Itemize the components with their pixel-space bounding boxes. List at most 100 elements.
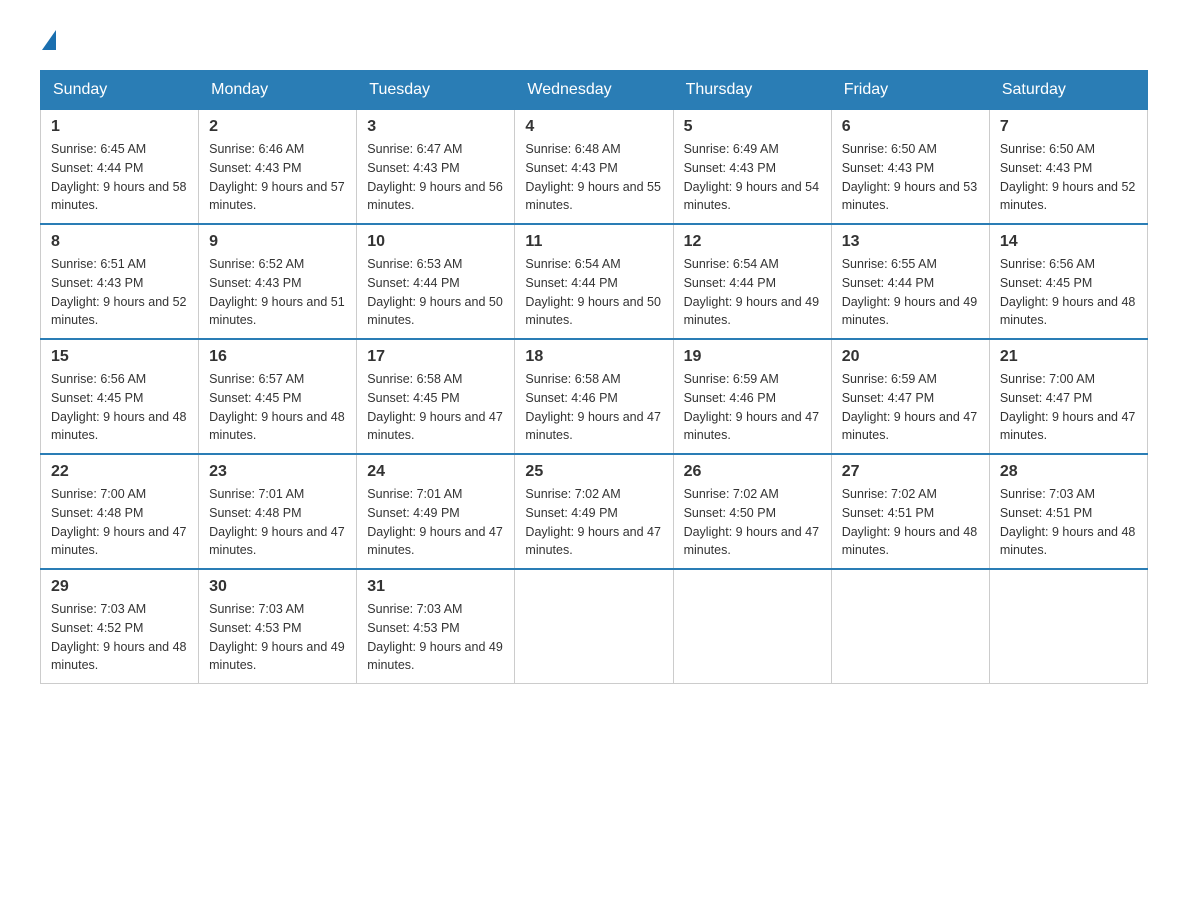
- day-info: Sunrise: 6:46 AMSunset: 4:43 PMDaylight:…: [209, 140, 346, 215]
- day-number: 17: [367, 348, 504, 366]
- day-number: 29: [51, 578, 188, 596]
- day-number: 5: [684, 118, 821, 136]
- calendar-cell: 6 Sunrise: 6:50 AMSunset: 4:43 PMDaylight…: [831, 110, 989, 225]
- calendar-header-monday: Monday: [199, 71, 357, 110]
- day-number: 31: [367, 578, 504, 596]
- calendar-cell: 14 Sunrise: 6:56 AMSunset: 4:45 PMDayligh…: [989, 224, 1147, 339]
- day-number: 24: [367, 463, 504, 481]
- calendar-week-row: 8Sunrise: 6:51 AMSunset: 4:43 PMDaylight…: [41, 224, 1148, 339]
- day-info: Sunrise: 6:56 AMSunset: 4:45 PMDaylight:…: [1000, 255, 1137, 330]
- calendar-cell: [989, 569, 1147, 684]
- day-info: Sunrise: 6:47 AMSunset: 4:43 PMDaylight:…: [367, 140, 504, 215]
- day-info: Sunrise: 7:02 AMSunset: 4:51 PMDaylight:…: [842, 485, 979, 560]
- calendar-header-saturday: Saturday: [989, 71, 1147, 110]
- day-info: Sunrise: 6:58 AMSunset: 4:45 PMDaylight:…: [367, 370, 504, 445]
- day-number: 1: [51, 118, 188, 136]
- calendar-cell: 5 Sunrise: 6:49 AMSunset: 4:43 PMDaylight…: [673, 110, 831, 225]
- calendar-cell: [831, 569, 989, 684]
- logo-triangle-icon: [42, 30, 56, 50]
- day-info: Sunrise: 6:54 AMSunset: 4:44 PMDaylight:…: [525, 255, 662, 330]
- day-number: 21: [1000, 348, 1137, 366]
- calendar-cell: 20 Sunrise: 6:59 AMSunset: 4:47 PMDayligh…: [831, 339, 989, 454]
- day-number: 4: [525, 118, 662, 136]
- calendar-cell: 8Sunrise: 6:51 AMSunset: 4:43 PMDaylight…: [41, 224, 199, 339]
- calendar-header-thursday: Thursday: [673, 71, 831, 110]
- calendar-cell: 18 Sunrise: 6:58 AMSunset: 4:46 PMDayligh…: [515, 339, 673, 454]
- day-info: Sunrise: 7:00 AMSunset: 4:48 PMDaylight:…: [51, 485, 188, 560]
- calendar-cell: 11 Sunrise: 6:54 AMSunset: 4:44 PMDayligh…: [515, 224, 673, 339]
- day-number: 18: [525, 348, 662, 366]
- calendar-cell: 23Sunrise: 7:01 AMSunset: 4:48 PMDayligh…: [199, 454, 357, 569]
- calendar-cell: 30Sunrise: 7:03 AMSunset: 4:53 PMDayligh…: [199, 569, 357, 684]
- day-info: Sunrise: 6:57 AMSunset: 4:45 PMDaylight:…: [209, 370, 346, 445]
- calendar-cell: 12Sunrise: 6:54 AMSunset: 4:44 PMDayligh…: [673, 224, 831, 339]
- calendar-header-row: SundayMondayTuesdayWednesdayThursdayFrid…: [41, 71, 1148, 110]
- calendar-cell: 24Sunrise: 7:01 AMSunset: 4:49 PMDayligh…: [357, 454, 515, 569]
- logo: [40, 30, 58, 50]
- day-info: Sunrise: 7:02 AMSunset: 4:49 PMDaylight:…: [525, 485, 662, 560]
- calendar-week-row: 1 Sunrise: 6:45 AMSunset: 4:44 PMDaylight…: [41, 110, 1148, 225]
- day-info: Sunrise: 6:45 AMSunset: 4:44 PMDaylight:…: [51, 140, 188, 215]
- day-info: Sunrise: 6:56 AMSunset: 4:45 PMDaylight:…: [51, 370, 188, 445]
- day-number: 7: [1000, 118, 1137, 136]
- day-info: Sunrise: 6:51 AMSunset: 4:43 PMDaylight:…: [51, 255, 188, 330]
- day-number: 12: [684, 233, 821, 251]
- calendar-cell: 16 Sunrise: 6:57 AMSunset: 4:45 PMDayligh…: [199, 339, 357, 454]
- day-number: 2: [209, 118, 346, 136]
- calendar-header-tuesday: Tuesday: [357, 71, 515, 110]
- day-number: 25: [525, 463, 662, 481]
- calendar-cell: 21 Sunrise: 7:00 AMSunset: 4:47 PMDayligh…: [989, 339, 1147, 454]
- calendar-cell: 15 Sunrise: 6:56 AMSunset: 4:45 PMDayligh…: [41, 339, 199, 454]
- calendar-cell: 3 Sunrise: 6:47 AMSunset: 4:43 PMDaylight…: [357, 110, 515, 225]
- calendar-header-sunday: Sunday: [41, 71, 199, 110]
- page-header: [40, 30, 1148, 50]
- day-info: Sunrise: 6:59 AMSunset: 4:47 PMDaylight:…: [842, 370, 979, 445]
- day-number: 22: [51, 463, 188, 481]
- day-number: 3: [367, 118, 504, 136]
- day-info: Sunrise: 6:50 AMSunset: 4:43 PMDaylight:…: [1000, 140, 1137, 215]
- calendar-week-row: 29 Sunrise: 7:03 AMSunset: 4:52 PMDayligh…: [41, 569, 1148, 684]
- day-info: Sunrise: 7:03 AMSunset: 4:52 PMDaylight:…: [51, 600, 188, 675]
- calendar-cell: 31 Sunrise: 7:03 AMSunset: 4:53 PMDayligh…: [357, 569, 515, 684]
- calendar-cell: 27 Sunrise: 7:02 AMSunset: 4:51 PMDayligh…: [831, 454, 989, 569]
- day-number: 9: [209, 233, 346, 251]
- day-number: 13: [842, 233, 979, 251]
- day-number: 23: [209, 463, 346, 481]
- day-info: Sunrise: 6:52 AMSunset: 4:43 PMDaylight:…: [209, 255, 346, 330]
- day-number: 15: [51, 348, 188, 366]
- day-info: Sunrise: 6:49 AMSunset: 4:43 PMDaylight:…: [684, 140, 821, 215]
- day-info: Sunrise: 7:03 AMSunset: 4:53 PMDaylight:…: [367, 600, 504, 675]
- day-number: 11: [525, 233, 662, 251]
- calendar-cell: [673, 569, 831, 684]
- calendar-table: SundayMondayTuesdayWednesdayThursdayFrid…: [40, 70, 1148, 684]
- calendar-cell: [515, 569, 673, 684]
- day-number: 27: [842, 463, 979, 481]
- day-number: 14: [1000, 233, 1137, 251]
- day-info: Sunrise: 6:58 AMSunset: 4:46 PMDaylight:…: [525, 370, 662, 445]
- day-info: Sunrise: 6:50 AMSunset: 4:43 PMDaylight:…: [842, 140, 979, 215]
- calendar-cell: 2 Sunrise: 6:46 AMSunset: 4:43 PMDaylight…: [199, 110, 357, 225]
- day-number: 20: [842, 348, 979, 366]
- calendar-cell: 17 Sunrise: 6:58 AMSunset: 4:45 PMDayligh…: [357, 339, 515, 454]
- calendar-week-row: 15 Sunrise: 6:56 AMSunset: 4:45 PMDayligh…: [41, 339, 1148, 454]
- calendar-body: 1 Sunrise: 6:45 AMSunset: 4:44 PMDaylight…: [41, 110, 1148, 684]
- calendar-cell: 19 Sunrise: 6:59 AMSunset: 4:46 PMDayligh…: [673, 339, 831, 454]
- day-info: Sunrise: 7:03 AMSunset: 4:51 PMDaylight:…: [1000, 485, 1137, 560]
- calendar-cell: 7 Sunrise: 6:50 AMSunset: 4:43 PMDaylight…: [989, 110, 1147, 225]
- day-number: 6: [842, 118, 979, 136]
- calendar-cell: 25 Sunrise: 7:02 AMSunset: 4:49 PMDayligh…: [515, 454, 673, 569]
- calendar-header-wednesday: Wednesday: [515, 71, 673, 110]
- day-number: 10: [367, 233, 504, 251]
- calendar-cell: 28Sunrise: 7:03 AMSunset: 4:51 PMDayligh…: [989, 454, 1147, 569]
- calendar-cell: 29 Sunrise: 7:03 AMSunset: 4:52 PMDayligh…: [41, 569, 199, 684]
- day-info: Sunrise: 6:55 AMSunset: 4:44 PMDaylight:…: [842, 255, 979, 330]
- day-number: 26: [684, 463, 821, 481]
- calendar-cell: 22 Sunrise: 7:00 AMSunset: 4:48 PMDayligh…: [41, 454, 199, 569]
- day-info: Sunrise: 7:00 AMSunset: 4:47 PMDaylight:…: [1000, 370, 1137, 445]
- calendar-week-row: 22 Sunrise: 7:00 AMSunset: 4:48 PMDayligh…: [41, 454, 1148, 569]
- day-info: Sunrise: 7:03 AMSunset: 4:53 PMDaylight:…: [209, 600, 346, 675]
- day-number: 16: [209, 348, 346, 366]
- day-info: Sunrise: 6:59 AMSunset: 4:46 PMDaylight:…: [684, 370, 821, 445]
- calendar-header-friday: Friday: [831, 71, 989, 110]
- day-number: 19: [684, 348, 821, 366]
